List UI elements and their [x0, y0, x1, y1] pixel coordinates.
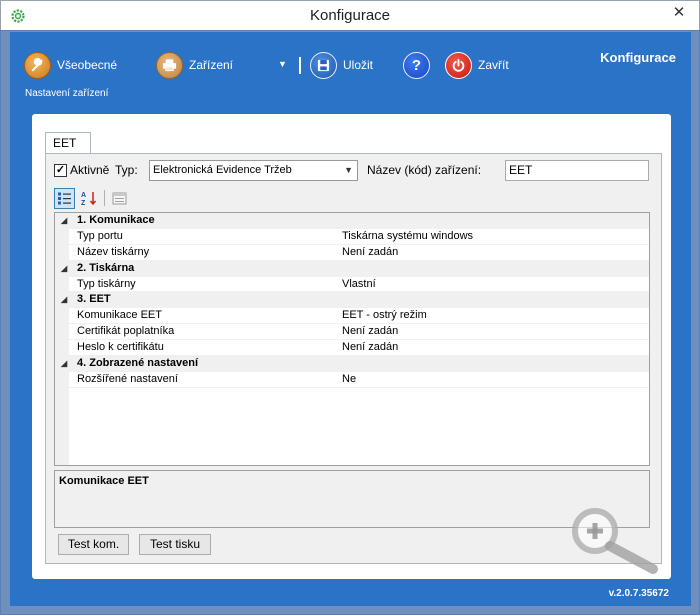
- grid-property-row[interactable]: Rozšířené nastavení Ne: [55, 372, 649, 388]
- help-icon: ?: [403, 51, 430, 79]
- grid-property-row[interactable]: Certifikát poplatníka Není zadán: [55, 324, 649, 341]
- device-name-input[interactable]: EET: [505, 160, 649, 181]
- property-grid-toolbar: A Z: [54, 187, 133, 209]
- power-icon: [445, 51, 472, 79]
- grid-rows: ◢ 1. Komunikace Typ portu Tiskárna systému …: [55, 213, 649, 388]
- grid-property-row[interactable]: Typ portu Tiskárna systému windows: [55, 229, 649, 245]
- grid-property-value[interactable]: EET - ostrý režim: [342, 308, 427, 324]
- type-label: Typ:: [115, 163, 138, 177]
- type-select[interactable]: Elektronická Evidence Tržeb ▼: [149, 160, 358, 181]
- grid-property-name: Rozšířené nastavení: [77, 372, 178, 385]
- grid-property-name: Certifikát poplatníka: [77, 325, 175, 338]
- chevron-down-icon: ▼: [344, 165, 353, 175]
- grid-property-name: Heslo k certifikátu: [77, 341, 164, 354]
- grid-category-row[interactable]: ◢ 3. EET: [55, 292, 649, 309]
- grid-property-name: Komunikace EET: [77, 309, 162, 322]
- svg-text:Z: Z: [81, 200, 86, 206]
- chevron-down-icon[interactable]: ▼: [278, 59, 287, 69]
- collapse-toggle-icon[interactable]: ◢: [61, 213, 67, 229]
- title-bar: Konfigurace ✕: [0, 0, 700, 30]
- printer-icon: [156, 51, 183, 79]
- grid-property-row[interactable]: Komunikace EET EET - ostrý režim: [55, 308, 649, 325]
- grid-property-row[interactable]: Typ tiskárny Vlastní: [55, 277, 649, 293]
- grid-property-value[interactable]: Není zadán: [342, 245, 398, 261]
- grid-category-label: 3. EET: [77, 293, 111, 306]
- close-button[interactable]: Zavřít: [445, 50, 509, 80]
- wrench-icon: [24, 51, 51, 79]
- general-label: Všeobecné: [57, 58, 118, 72]
- active-label: Aktivně: [70, 163, 110, 177]
- grid-category-label: 4. Zobrazené nastavení: [77, 357, 199, 370]
- toolbar-separator: [104, 190, 105, 206]
- categorized-view-button[interactable]: [54, 187, 75, 209]
- grid-category-label: 2. Tiskárna: [77, 261, 135, 274]
- device-name-label: Název (kód) zařízení:: [367, 163, 482, 177]
- grid-category-row[interactable]: ◢ 2. Tiskárna: [55, 260, 649, 277]
- grid-property-value[interactable]: Ne: [342, 372, 356, 388]
- version-label: v.2.0.7.35672: [608, 588, 669, 599]
- close-label: Zavřít: [478, 58, 509, 72]
- description-pane: Komunikace EET: [54, 470, 650, 528]
- tab-eet[interactable]: EET: [45, 132, 91, 154]
- property-pages-icon: [112, 192, 127, 204]
- save-label: Uložit: [343, 58, 374, 72]
- collapse-toggle-icon[interactable]: ◢: [61, 292, 67, 308]
- close-window-button[interactable]: ✕: [665, 2, 693, 24]
- help-button[interactable]: ?: [403, 50, 430, 80]
- grid-property-row[interactable]: Název tiskárny Není zadán: [55, 245, 649, 261]
- grid-property-name: Typ portu: [77, 229, 123, 242]
- svg-text:A: A: [81, 192, 86, 199]
- description-title: Komunikace EET: [59, 475, 149, 487]
- grid-property-value[interactable]: Vlastní: [342, 277, 376, 293]
- alphabetical-view-button[interactable]: A Z: [78, 188, 99, 209]
- toolbar-separator: [299, 57, 301, 74]
- floppy-disk-icon: [310, 51, 337, 79]
- test-print-button[interactable]: Test tisku: [139, 534, 211, 555]
- devices-button[interactable]: Zařízení: [156, 50, 233, 80]
- active-checkbox[interactable]: ✓: [54, 164, 67, 177]
- magnifier-icon: [572, 508, 658, 574]
- brand-title: Konfigurace: [600, 50, 676, 65]
- grid-property-value[interactable]: Není zadán: [342, 324, 398, 340]
- collapse-toggle-icon[interactable]: ◢: [61, 356, 67, 372]
- property-grid: ◢ 1. Komunikace Typ portu Tiskárna systému …: [54, 212, 650, 466]
- general-button[interactable]: Všeobecné: [24, 50, 117, 80]
- grid-property-name: Název tiskárny: [77, 245, 150, 258]
- sort-az-icon: A Z: [81, 192, 96, 206]
- grid-property-value[interactable]: Tiskárna systému windows: [342, 229, 473, 245]
- grid-property-name: Typ tiskárny: [77, 277, 136, 290]
- save-button[interactable]: Uložit: [310, 50, 373, 80]
- type-select-value: Elektronická Evidence Tržeb: [153, 164, 292, 176]
- grid-category-row[interactable]: ◢ 1. Komunikace: [55, 213, 649, 229]
- devices-label: Zařízení: [189, 58, 234, 72]
- collapse-toggle-icon[interactable]: ◢: [61, 261, 67, 277]
- grid-category-row[interactable]: ◢ 4. Zobrazené nastavení: [55, 356, 649, 372]
- grid-property-value[interactable]: Není zadán: [342, 340, 398, 356]
- page-subtitle: Nastavení zařízení: [25, 88, 109, 99]
- test-comm-button[interactable]: Test kom.: [58, 534, 129, 555]
- window-title: Konfigurace: [309, 7, 391, 24]
- grid-category-label: 1. Komunikace: [77, 214, 155, 226]
- property-pages-button[interactable]: [109, 188, 130, 209]
- grid-property-row[interactable]: Heslo k certifikátu Není zadán: [55, 340, 649, 357]
- categorized-icon: [58, 192, 71, 204]
